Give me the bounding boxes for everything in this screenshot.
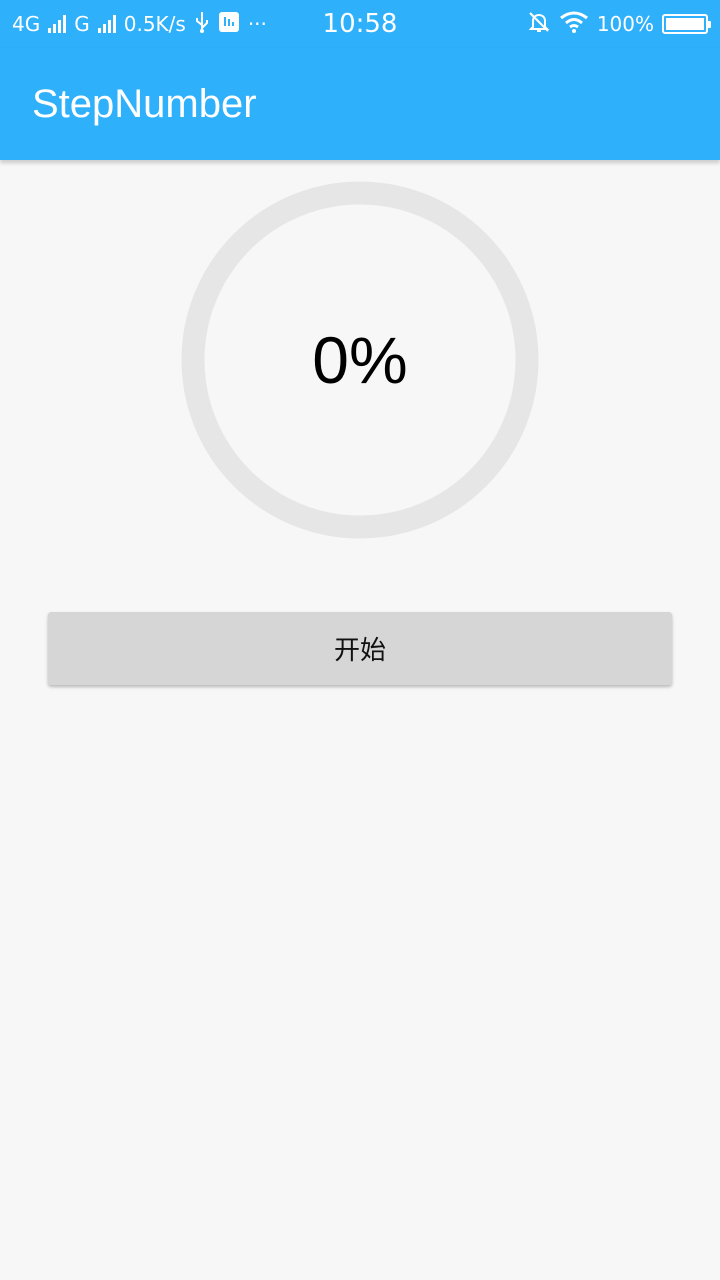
app-bar: StepNumber [0, 48, 720, 160]
status-left: 4G G 0.5K/s ··· [12, 11, 267, 38]
battery-percent: 100% [596, 12, 654, 36]
start-button-label: 开始 [333, 636, 386, 666]
battery-icon [662, 14, 711, 34]
wifi-icon [559, 11, 589, 38]
status-bar: 4G G 0.5K/s ··· 100% 10:58 [0, 0, 720, 48]
network-type-4g: 4G [12, 12, 41, 36]
network-type-g: G [74, 12, 90, 36]
progress-ring: 0% [181, 181, 539, 539]
progress-percent: 0% [312, 323, 408, 397]
bell-off-icon [527, 10, 551, 39]
signal-icon [48, 15, 67, 33]
signal-icon-2 [97, 15, 116, 33]
app-title: StepNumber [32, 81, 257, 126]
start-button[interactable]: 开始 [48, 612, 672, 685]
status-right: 100% [527, 10, 711, 39]
battery-fill [666, 18, 704, 30]
network-speed: 0.5K/s [123, 12, 186, 36]
usb-icon [194, 11, 210, 38]
notification-icon [218, 11, 240, 38]
more-icon: ··· [247, 12, 267, 36]
